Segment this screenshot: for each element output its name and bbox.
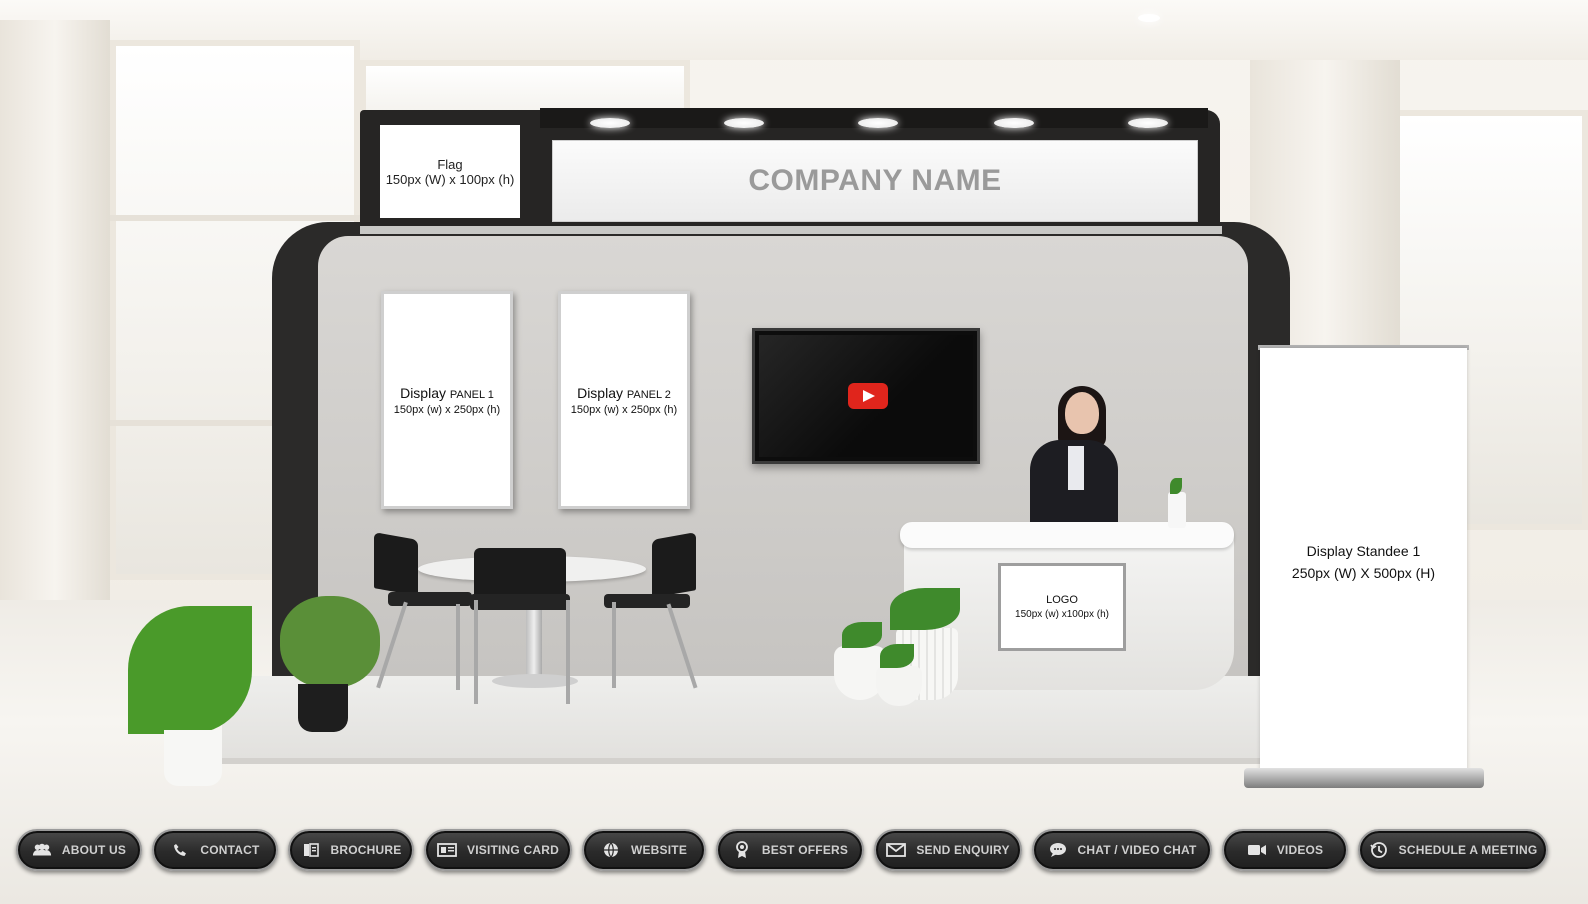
standee-size: 250px (W) X 500px (H) [1291, 565, 1436, 581]
videos-label: VIDEOS [1276, 843, 1324, 857]
visiting-card-button[interactable]: VISITING CARD [424, 829, 572, 871]
receptionist-face [1065, 392, 1099, 434]
chair-leg [456, 604, 460, 690]
panel-number: PANEL 2 [626, 388, 671, 401]
people-icon [32, 842, 52, 858]
chair-leg [566, 600, 570, 704]
desk-plant-pot [1168, 492, 1186, 528]
panel-title: Display PANEL 2 [577, 385, 671, 401]
plant [880, 644, 914, 668]
panel-title-word: Display [577, 384, 623, 401]
website-button[interactable]: WEBSITE [582, 829, 706, 871]
flag-placeholder[interactable]: Flag 150px (W) x 100px (h) [380, 125, 520, 218]
flag-label: Flag [437, 156, 463, 172]
videos-button[interactable]: VIDEOS [1222, 829, 1348, 871]
panel-size: 150px (w) x 250px (h) [393, 403, 501, 416]
visiting-card-label: VISITING CARD [467, 843, 559, 857]
company-name-banner[interactable]: COMPANY NAME [552, 140, 1198, 222]
hall-pillar-left [0, 20, 110, 600]
plant [890, 588, 960, 630]
brochure-icon [301, 842, 321, 858]
logo-label: LOGO [1046, 594, 1078, 606]
standee-label: Display Standee 1 [1306, 543, 1421, 559]
chair-leg [612, 602, 616, 688]
standee-base [1244, 768, 1484, 788]
play-icon[interactable] [848, 383, 888, 409]
clock-icon [1369, 842, 1389, 858]
chair-seat [604, 594, 690, 608]
chair [374, 532, 418, 596]
chair-leg [474, 600, 478, 704]
video-camera-icon [1247, 842, 1267, 858]
brochure-button[interactable]: BROCHURE [288, 829, 414, 871]
video-screen[interactable] [752, 328, 980, 464]
plant-pot [164, 730, 222, 786]
company-name: COMPANY NAME [748, 164, 1002, 197]
best-offers-button[interactable]: BEST OFFERS [716, 829, 864, 871]
schedule-meeting-button[interactable]: SCHEDULE A MEETING [1358, 829, 1548, 871]
spotlight [858, 118, 898, 128]
chair [474, 548, 566, 596]
desk-plant [1170, 478, 1182, 494]
chair [652, 532, 696, 598]
chair-seat [470, 594, 570, 610]
id-card-icon [437, 842, 457, 858]
flag-size: 150px (W) x 100px (h) [385, 171, 515, 187]
panel-size: 150px (w) x 250px (h) [570, 403, 678, 416]
display-panel-2[interactable]: Display PANEL 2 150px (w) x 250px (h) [558, 291, 690, 509]
plant-pot [298, 684, 348, 732]
award-icon [732, 841, 752, 858]
plant [842, 622, 882, 648]
spotlight [724, 118, 764, 128]
send-enquiry-label: SEND ENQUIRY [916, 843, 1010, 857]
contact-label: CONTACT [200, 843, 260, 857]
logo-placeholder[interactable]: LOGO 150px (w) x100px (h) [998, 563, 1126, 651]
mail-icon [886, 842, 907, 858]
window-mullion [110, 215, 360, 221]
booth-toolbar: ABOUT US CONTACT BROCHURE VISITING CARD … [0, 829, 1588, 875]
chat-video-chat-button[interactable]: CHAT / VIDEO CHAT [1032, 829, 1212, 871]
chat-icon [1048, 842, 1068, 858]
plant [128, 606, 252, 734]
globe-icon [601, 842, 621, 858]
plant [280, 596, 380, 688]
plant-pot [876, 666, 922, 706]
send-enquiry-button[interactable]: SEND ENQUIRY [874, 829, 1022, 871]
about-us-label: ABOUT US [61, 843, 127, 857]
website-label: WEBSITE [630, 843, 688, 857]
contact-button[interactable]: CONTACT [152, 829, 278, 871]
display-panel-1[interactable]: Display PANEL 1 150px (w) x 250px (h) [381, 291, 513, 509]
best-offers-label: BEST OFFERS [761, 843, 849, 857]
spotlight [1128, 118, 1168, 128]
phone-icon [170, 842, 190, 858]
panel-title-word: Display [400, 384, 446, 401]
header-trim [360, 226, 1222, 234]
receptionist-shirt [1068, 446, 1084, 490]
panel-title: Display PANEL 1 [400, 385, 494, 401]
logo-size: 150px (w) x100px (h) [1015, 609, 1109, 620]
chat-video-chat-label: CHAT / VIDEO CHAT [1077, 843, 1197, 857]
brochure-label: BROCHURE [330, 843, 402, 857]
spotlight [590, 118, 630, 128]
ceiling-light [1138, 14, 1160, 22]
panel-number: PANEL 1 [449, 388, 494, 401]
schedule-meeting-label: SCHEDULE A MEETING [1398, 843, 1538, 857]
display-standee[interactable]: Display Standee 1 250px (W) X 500px (H) [1260, 348, 1467, 776]
spotlight [994, 118, 1034, 128]
about-us-button[interactable]: ABOUT US [16, 829, 142, 871]
